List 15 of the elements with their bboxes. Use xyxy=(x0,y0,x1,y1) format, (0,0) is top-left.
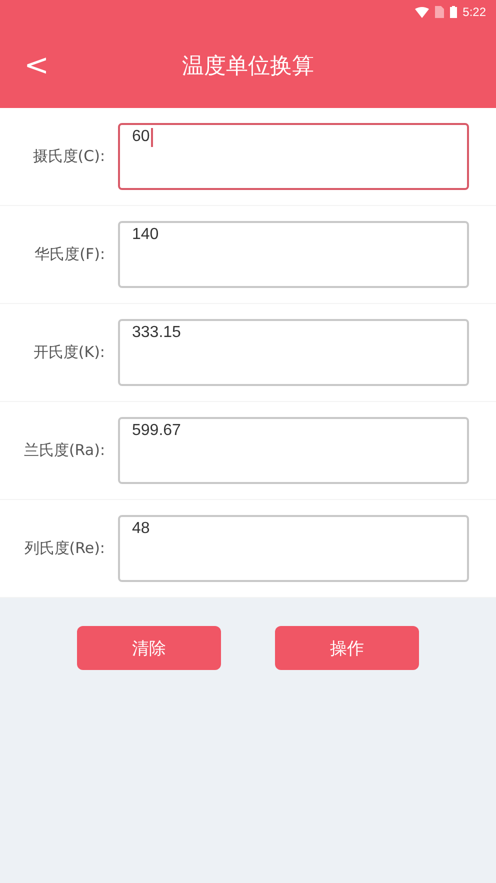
field-label: 华氏度(F): xyxy=(34,245,106,264)
input-field[interactable]: 60 xyxy=(118,123,469,190)
input-field[interactable]: 140 xyxy=(118,221,469,288)
page-title: 温度单位换算 xyxy=(182,53,314,81)
input-field[interactable]: 48 xyxy=(118,515,469,582)
field-label: 开氏度(K): xyxy=(32,343,106,362)
status-time: 5:22 xyxy=(462,5,486,19)
input-field[interactable]: 599.67 xyxy=(118,417,469,484)
field-label: 列氏度(Re): xyxy=(23,539,106,558)
field-label: 兰氏度(Ra): xyxy=(22,441,106,460)
field-label: 摄氏度(C): xyxy=(32,147,106,166)
input-field[interactable]: 333.15 xyxy=(118,319,469,386)
wifi-icon xyxy=(414,6,429,18)
no-sim-icon xyxy=(434,6,444,18)
battery-icon xyxy=(450,6,457,18)
